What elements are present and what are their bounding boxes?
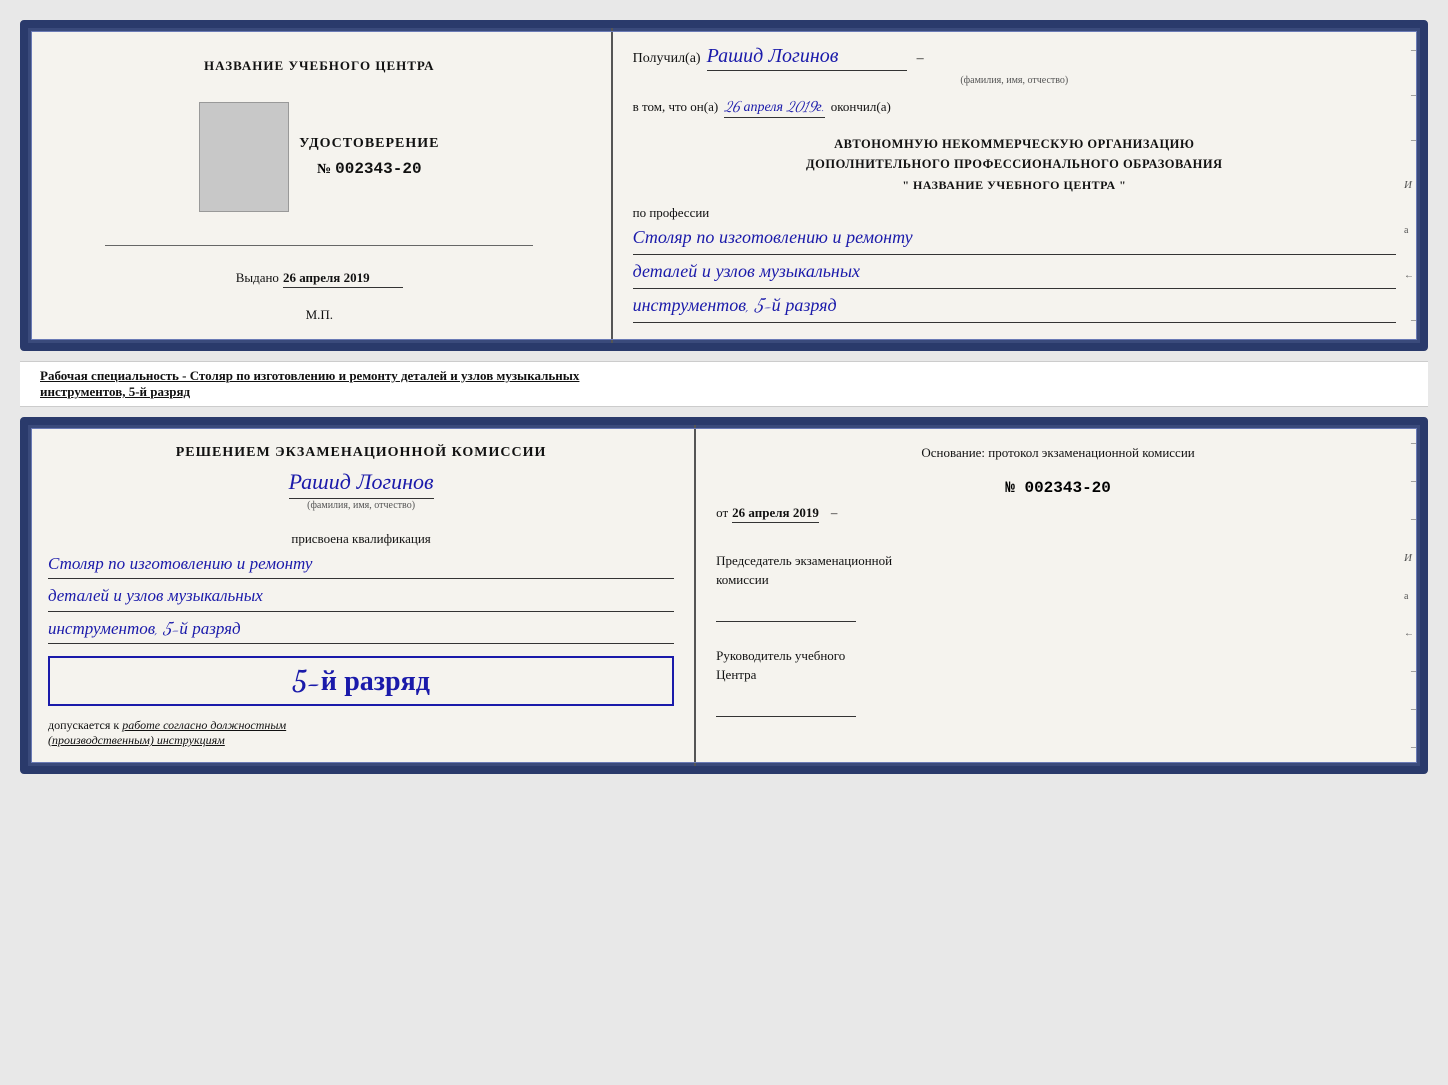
- top-card-left: НАЗВАНИЕ УЧЕБНОГО ЦЕНТРА УДОСТОВЕРЕНИЕ №…: [28, 28, 613, 343]
- vtom-date: 26 апреля 2019г.: [724, 98, 825, 118]
- org-title-top: НАЗВАНИЕ УЧЕБНОГО ЦЕНТРА: [204, 58, 435, 74]
- bottom-card-left: Решением экзаменационной комиссии Рашид …: [28, 425, 696, 766]
- chairman-block: Председатель экзаменационной комиссии: [716, 551, 1400, 638]
- vtom-suffix: окончил(а): [831, 99, 891, 115]
- chairman-title: Председатель экзаменационной комиссии: [716, 551, 1400, 590]
- chairman-signature-line: [716, 606, 856, 622]
- rank-text: 5-й разряд: [292, 664, 430, 698]
- rank-box: 5-й разряд: [48, 656, 674, 706]
- profession-label: по профессии: [633, 205, 1396, 221]
- bottom-person-name: Рашид Логинов: [289, 470, 434, 499]
- protocol-number-prefix: №: [1005, 479, 1015, 497]
- received-prefix: Получил(а): [633, 51, 701, 67]
- bottom-card-right: Основание: протокол экзаменационной коми…: [696, 425, 1420, 766]
- bottom-right-deco: – – – И а ← – – –: [1404, 425, 1416, 766]
- issued-line: Выдано 26 апреля 2019: [236, 270, 403, 288]
- qualification-line3: инструментов, 5-й разряд: [48, 616, 674, 645]
- recipient-name: Рашид Логинов: [707, 44, 907, 71]
- org-description: АВТОНОМНУЮ НЕКОММЕРЧЕСКУЮ ОРГАНИЗАЦИЮ ДО…: [633, 134, 1396, 174]
- resheniem-title: Решением экзаменационной комиссии: [48, 443, 674, 463]
- qualification-line2: деталей и узлов музыкальных: [48, 583, 674, 612]
- issued-date: 26 апреля 2019: [283, 270, 403, 288]
- middle-label-underlined: инструментов, 5-й разряд: [40, 384, 190, 399]
- director-signature-line: [716, 701, 856, 717]
- director-title: Руководитель учебного Центра: [716, 646, 1400, 685]
- dopuskaetsya-italic1: работе согласно должностным: [122, 718, 286, 732]
- assigned-label: присвоена квалификация: [48, 531, 674, 547]
- qualification-line1: Столяр по изготовлению и ремонту: [48, 551, 674, 580]
- top-card-right: Получил(а) Рашид Логинов – (фамилия, имя…: [613, 28, 1420, 343]
- ot-line: от 26 апреля 2019 –: [716, 505, 1400, 523]
- page-wrapper: НАЗВАНИЕ УЧЕБНОГО ЦЕНТРА УДОСТОВЕРЕНИЕ №…: [20, 20, 1428, 774]
- dopuskaetsya-prefix: допускается к: [48, 718, 119, 732]
- dopuskaetsya-line: допускается к работе согласно должностны…: [48, 718, 674, 748]
- received-line: Получил(а) Рашид Логинов –: [633, 44, 1396, 71]
- profession-line2: деталей и узлов музыкальных: [633, 259, 1396, 289]
- osnovanie-title: Основание: протокол экзаменационной коми…: [716, 443, 1400, 463]
- bottom-certificate-card: Решением экзаменационной комиссии Рашид …: [20, 417, 1428, 774]
- ot-dash: –: [831, 505, 838, 521]
- profession-line3: инструментов, 5-й разряд: [633, 293, 1396, 323]
- right-deco: – – – И а ← –: [1404, 28, 1416, 343]
- dopuskaetsya-italic2: (производственным) инструкциям: [48, 733, 225, 747]
- middle-label-strip: Рабочая специальность - Столяр по изгото…: [20, 361, 1428, 407]
- fio-label-bottom: (фамилия, имя, отчество): [48, 500, 674, 511]
- protocol-number: № 002343-20: [716, 479, 1400, 497]
- top-certificate-card: НАЗВАНИЕ УЧЕБНОГО ЦЕНТРА УДОСТОВЕРЕНИЕ №…: [20, 20, 1428, 351]
- photo-placeholder: [199, 102, 289, 212]
- number-prefix: №: [317, 162, 331, 178]
- protocol-number-value: 002343-20: [1024, 479, 1110, 497]
- dash-after-name: –: [917, 51, 924, 67]
- mp-label: М.П.: [306, 307, 333, 323]
- vtom-prefix: в том, что он(а): [633, 99, 719, 115]
- director-block: Руководитель учебного Центра: [716, 646, 1400, 733]
- vtom-line: в том, что он(а) 26 апреля 2019г. окончи…: [633, 98, 1396, 118]
- cert-number-top: 002343-20: [335, 160, 421, 178]
- ot-date: 26 апреля 2019: [732, 505, 819, 523]
- issued-prefix: Выдано: [236, 270, 279, 286]
- profession-line1: Столяр по изготовлению и ремонту: [633, 225, 1396, 255]
- ot-prefix: от: [716, 505, 728, 521]
- org-name-quotes: " НАЗВАНИЕ УЧЕБНОГО ЦЕНТРА ": [633, 178, 1396, 193]
- fio-label-top: (фамилия, имя, отчество): [633, 75, 1396, 86]
- udostoverenie-title: УДОСТОВЕРЕНИЕ: [299, 136, 439, 152]
- middle-label-prefix: Рабочая специальность - Столяр по изгото…: [40, 368, 579, 383]
